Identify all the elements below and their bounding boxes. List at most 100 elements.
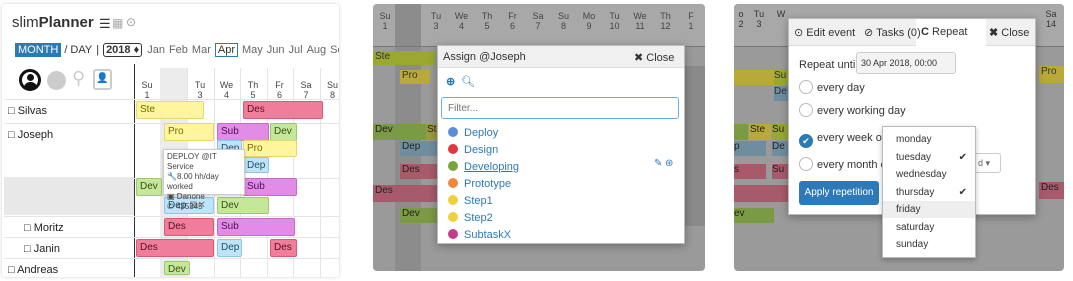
event-dev-it[interactable]: Dev xyxy=(136,178,162,196)
user-avatar-icon[interactable] xyxy=(19,69,41,91)
event-sub-it[interactable]: Sub xyxy=(243,178,297,196)
task-option-deploy[interactable]: Deploy xyxy=(448,126,498,141)
day-name: W xyxy=(776,9,786,19)
weekday-dropdown[interactable]: monday tuesday ✔ wednesday thursday ✔ friday sa… xyxy=(882,126,976,258)
month-may[interactable]: May xyxy=(242,44,263,56)
location-pin-icon[interactable]: ⚲ xyxy=(72,68,85,89)
tab-repeat[interactable]: C Repeat xyxy=(921,26,968,38)
resource-row-label[interactable]: □ Janin xyxy=(24,243,60,255)
tab-edit-event[interactable]: ⊙ Edit event xyxy=(794,26,855,39)
bg-event-p: p xyxy=(734,141,766,156)
event-pro2-joseph[interactable]: Pro xyxy=(243,140,297,157)
checked-radio-icon: ✔ xyxy=(799,134,813,148)
option-every-month-on[interactable]: every month on xyxy=(799,157,893,171)
resource-row-label[interactable]: □ Moritz xyxy=(24,222,64,234)
popup-close-button[interactable]: ✖ Close xyxy=(634,51,674,64)
day-header: We 4 xyxy=(450,11,474,31)
month-jul[interactable]: Jul xyxy=(289,44,303,56)
task-option-step2[interactable]: Step2 xyxy=(448,211,493,226)
weekday-option-wednesday[interactable]: wednesday xyxy=(883,166,975,183)
day-mode-button[interactable]: DAY xyxy=(70,44,92,56)
apply-repetition-button[interactable]: Apply repetition xyxy=(799,181,879,205)
month-jun[interactable]: Jun xyxy=(267,44,285,56)
filter-input[interactable] xyxy=(441,97,679,119)
day-name: Sa xyxy=(1045,9,1057,19)
task-option-label: Prototype xyxy=(464,178,512,190)
weekday-option-saturday[interactable]: saturday xyxy=(883,219,975,236)
task-option-label: SubtaskX xyxy=(464,229,512,241)
year-select[interactable]: 2018 ♦ xyxy=(103,43,143,57)
event-des2-janin[interactable]: Des xyxy=(270,239,297,257)
add-icon[interactable]: ⊕ xyxy=(446,75,455,88)
day-number: 14 xyxy=(1045,19,1056,29)
task-option-design[interactable]: Design xyxy=(448,143,498,158)
tab-tasks[interactable]: ⊘ Tasks (0) xyxy=(864,26,921,39)
close-button[interactable]: ✖ Close xyxy=(989,26,1029,39)
search-icon[interactable]: 🔍︎ xyxy=(461,75,475,88)
repeat-until-input[interactable]: 30 Apr 2018, 00:00 xyxy=(856,52,956,74)
settings-icon[interactable]: ⊛ xyxy=(665,158,673,169)
event-dev-joseph[interactable]: Dev xyxy=(270,123,297,141)
event-sub-joseph[interactable]: Sub xyxy=(217,123,269,141)
month-jan[interactable]: Jan xyxy=(147,44,165,56)
month-sep[interactable]: Sep xyxy=(330,44,339,56)
event-pro-joseph[interactable]: Pro xyxy=(164,123,214,141)
month-feb[interactable]: Feb xyxy=(169,44,188,56)
month-apr[interactable]: Apr xyxy=(214,43,238,57)
day-name: Tu xyxy=(609,11,620,21)
weekday-label: friday xyxy=(896,204,921,215)
event-ste-silvas[interactable]: Ste xyxy=(136,101,204,119)
task-option-developing[interactable]: Developing xyxy=(448,160,519,175)
event-dep2-joseph[interactable]: Dep xyxy=(243,157,269,173)
day-number: 2 xyxy=(738,19,744,29)
weekday-label: saturday xyxy=(896,221,935,233)
task-option-label: Developing xyxy=(464,161,520,173)
bg-event-de2: De xyxy=(772,141,788,156)
event-dev-andreas[interactable]: Dev xyxy=(164,261,190,275)
event-sub-moritz[interactable]: Sub xyxy=(217,218,295,236)
month-aug[interactable]: Aug xyxy=(307,44,327,56)
resource-row-label[interactable]: □ Joseph xyxy=(8,129,53,141)
app-title: slimPlanner xyxy=(12,14,94,31)
event-dep-janin[interactable]: Dep xyxy=(217,239,242,257)
task-option-subtaskx[interactable]: SubtaskX xyxy=(448,228,511,243)
bg-event-des2: Des xyxy=(373,185,437,202)
day-number: 7 xyxy=(535,21,541,31)
option-every-week-on[interactable]: ✔ every week on: xyxy=(799,132,891,148)
weekday-option-thursday[interactable]: thursday ✔ xyxy=(883,184,975,201)
tab-tasks-label: Tasks (0) xyxy=(876,27,921,39)
weekday-option-friday[interactable]: friday xyxy=(883,201,975,218)
event-tooltip: DEPLOY @IT Service 🔧8.00 hh/day worked ▣… xyxy=(163,149,245,211)
month-day-select[interactable]: d ▾ xyxy=(974,153,1001,173)
resource-row-label[interactable]: □ Silvas xyxy=(8,105,47,117)
calendar-icon[interactable]: ▦ xyxy=(112,16,123,30)
month-mode-button[interactable]: MONTH xyxy=(15,43,62,57)
day-header: We 11 xyxy=(628,11,652,31)
option-every-working-day[interactable]: every working day xyxy=(799,103,906,117)
color-dot-icon xyxy=(448,144,458,154)
resource-row-label[interactable]: □ Andreas xyxy=(8,264,58,276)
task-option-step1[interactable]: Step1 xyxy=(448,194,493,209)
circle-filter-icon[interactable] xyxy=(47,71,66,90)
menu-icon[interactable]: ☰ xyxy=(99,16,111,32)
event-des-moritz[interactable]: Des xyxy=(164,218,214,236)
day-header: Su 8 xyxy=(552,11,576,31)
month-mar[interactable]: Mar xyxy=(192,44,211,56)
weekday-option-monday[interactable]: monday xyxy=(883,131,975,148)
day-number: 9 xyxy=(586,21,592,31)
weekday-option-sunday[interactable]: sunday xyxy=(883,236,975,253)
row-divider xyxy=(4,258,339,259)
weekday-option-tuesday[interactable]: tuesday ✔ xyxy=(883,149,975,166)
option-every-day[interactable]: every day xyxy=(799,80,865,94)
bg-event-pro: Pro xyxy=(400,70,430,84)
day-name: Th xyxy=(481,11,493,21)
event-des-silvas[interactable]: Des xyxy=(243,101,323,119)
contact-card-icon[interactable]: 👤 xyxy=(93,69,112,90)
weekday-label: thursday xyxy=(896,186,935,198)
event-des-janin[interactable]: Des xyxy=(136,239,214,257)
wrench-icon: 🔧 xyxy=(167,172,177,181)
task-option-prototype[interactable]: Prototype xyxy=(448,177,511,192)
edit-icon[interactable]: ✎ xyxy=(654,158,662,169)
check-circle-icon[interactable]: ⊙ xyxy=(126,15,136,29)
building-icon: ▣ xyxy=(167,192,175,201)
